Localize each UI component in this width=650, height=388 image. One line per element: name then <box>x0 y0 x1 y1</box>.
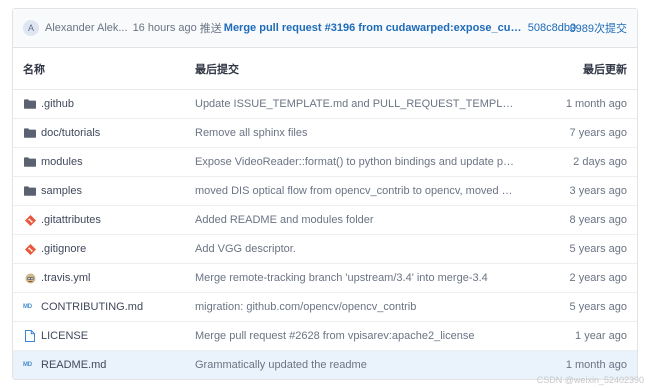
commit-action: 推送 <box>199 23 222 35</box>
file-name-link[interactable]: .github <box>23 98 74 110</box>
file-name-link[interactable]: .travis.yml <box>23 272 91 284</box>
file-name-label[interactable]: doc/tutorials <box>41 127 100 139</box>
file-name-label[interactable]: samples <box>41 185 82 197</box>
travis-icon <box>23 272 37 284</box>
watermark: CSDN @weixin_52402390 <box>536 375 644 385</box>
file-commit-message[interactable]: Remove all sphinx files <box>195 127 308 139</box>
file-commit-message[interactable]: moved DIS optical flow from opencv_contr… <box>195 185 515 197</box>
commit-message-link[interactable]: Merge pull request #3196 from cudawarped… <box>224 22 524 34</box>
file-list-panel: A Alexander Alek... 16 hours ago 推送 Merg… <box>12 8 638 380</box>
file-name-link[interactable]: .gitignore <box>23 243 86 255</box>
table-row[interactable]: LICENSE Merge pull request #2628 from vpi… <box>13 322 637 351</box>
table-row[interactable]: modules Expose VideoReader::format() to p… <box>13 148 637 177</box>
header-last-updated: 最后更新 <box>583 63 627 76</box>
file-commit-message[interactable]: Merge pull request #2628 from vpisarev:a… <box>195 330 474 342</box>
table-header: 名称 最后提交 最后更新 <box>13 48 637 90</box>
file-updated-date: 2 days ago <box>573 156 627 168</box>
markdown-icon: MD <box>23 304 32 310</box>
markdown-icon: MD <box>23 362 32 368</box>
file-name-link[interactable]: modules <box>23 156 83 168</box>
file-updated-date: 5 years ago <box>569 301 627 313</box>
table-row[interactable]: .gitignore Add VGG descriptor. 5 years ago <box>13 235 637 264</box>
file-name-label[interactable]: CONTRIBUTING.md <box>41 301 143 313</box>
file-updated-date: 1 month ago <box>565 359 627 371</box>
folder-icon <box>23 127 37 139</box>
table-row[interactable]: .github Update ISSUE_TEMPLATE.md and PULL… <box>13 90 637 119</box>
file-updated-date: 2 years ago <box>569 272 627 284</box>
table-row[interactable]: MD CONTRIBUTING.md migration: github.com/o… <box>13 293 637 322</box>
avatar[interactable]: A <box>23 20 39 36</box>
folder-icon <box>23 156 37 168</box>
table-row[interactable]: .travis.yml Merge remote-tracking branch … <box>13 264 637 293</box>
folder-icon <box>23 98 37 110</box>
commit-author[interactable]: Alexander Alek... <box>45 22 128 34</box>
table-row[interactable]: doc/tutorials Remove all sphinx files 7 ye… <box>13 119 637 148</box>
file-updated-date: 5 years ago <box>569 243 627 255</box>
file-name-label[interactable]: .github <box>41 98 74 110</box>
file-updated-date: 1 month ago <box>565 98 627 110</box>
file-name-link[interactable]: samples <box>23 185 82 197</box>
git-icon <box>23 243 37 255</box>
latest-commit-bar: A Alexander Alek... 16 hours ago 推送 Merg… <box>13 9 637 48</box>
file-name-label[interactable]: modules <box>41 156 83 168</box>
file-commit-message[interactable]: Update ISSUE_TEMPLATE.md and PULL_REQUES… <box>195 98 515 110</box>
file-name-label[interactable]: README.md <box>41 359 106 371</box>
header-last-commit: 最后提交 <box>195 63 239 76</box>
file-name-link[interactable]: LICENSE <box>23 330 88 342</box>
file-updated-date: 1 year ago <box>575 330 627 342</box>
file-updated-date: 7 years ago <box>569 127 627 139</box>
file-updated-date: 3 years ago <box>569 185 627 197</box>
file-rows: .github Update ISSUE_TEMPLATE.md and PULL… <box>13 90 637 379</box>
file-commit-message[interactable]: Expose VideoReader::format() to python b… <box>195 156 515 168</box>
git-icon <box>23 214 37 226</box>
file-name-label[interactable]: .gitignore <box>41 243 86 255</box>
commit-count-link[interactable]: 3989次提交 <box>570 20 627 36</box>
file-icon <box>23 330 37 342</box>
file-name-link[interactable]: MD README.md <box>23 359 106 371</box>
file-commit-message[interactable]: Added README and modules folder <box>195 214 374 226</box>
file-commit-message[interactable]: Grammatically updated the readme <box>195 359 367 371</box>
file-name-label[interactable]: .gitattributes <box>41 214 101 226</box>
file-commit-message[interactable]: Add VGG descriptor. <box>195 243 296 255</box>
file-name-label[interactable]: .travis.yml <box>41 272 91 284</box>
file-name-link[interactable]: doc/tutorials <box>23 127 100 139</box>
file-commit-message[interactable]: migration: github.com/opencv/opencv_cont… <box>195 301 416 313</box>
header-name: 名称 <box>23 63 45 76</box>
table-row[interactable]: samples moved DIS optical flow from openc… <box>13 177 637 206</box>
file-commit-message[interactable]: Merge remote-tracking branch 'upstream/3… <box>195 272 488 284</box>
commit-time: 16 hours ago <box>132 22 197 34</box>
file-name-label[interactable]: LICENSE <box>41 330 88 342</box>
folder-icon <box>23 185 37 197</box>
file-name-link[interactable]: .gitattributes <box>23 214 101 226</box>
table-row[interactable]: .gitattributes Added README and modules f… <box>13 206 637 235</box>
file-updated-date: 8 years ago <box>569 214 627 226</box>
file-name-link[interactable]: MD CONTRIBUTING.md <box>23 301 143 313</box>
